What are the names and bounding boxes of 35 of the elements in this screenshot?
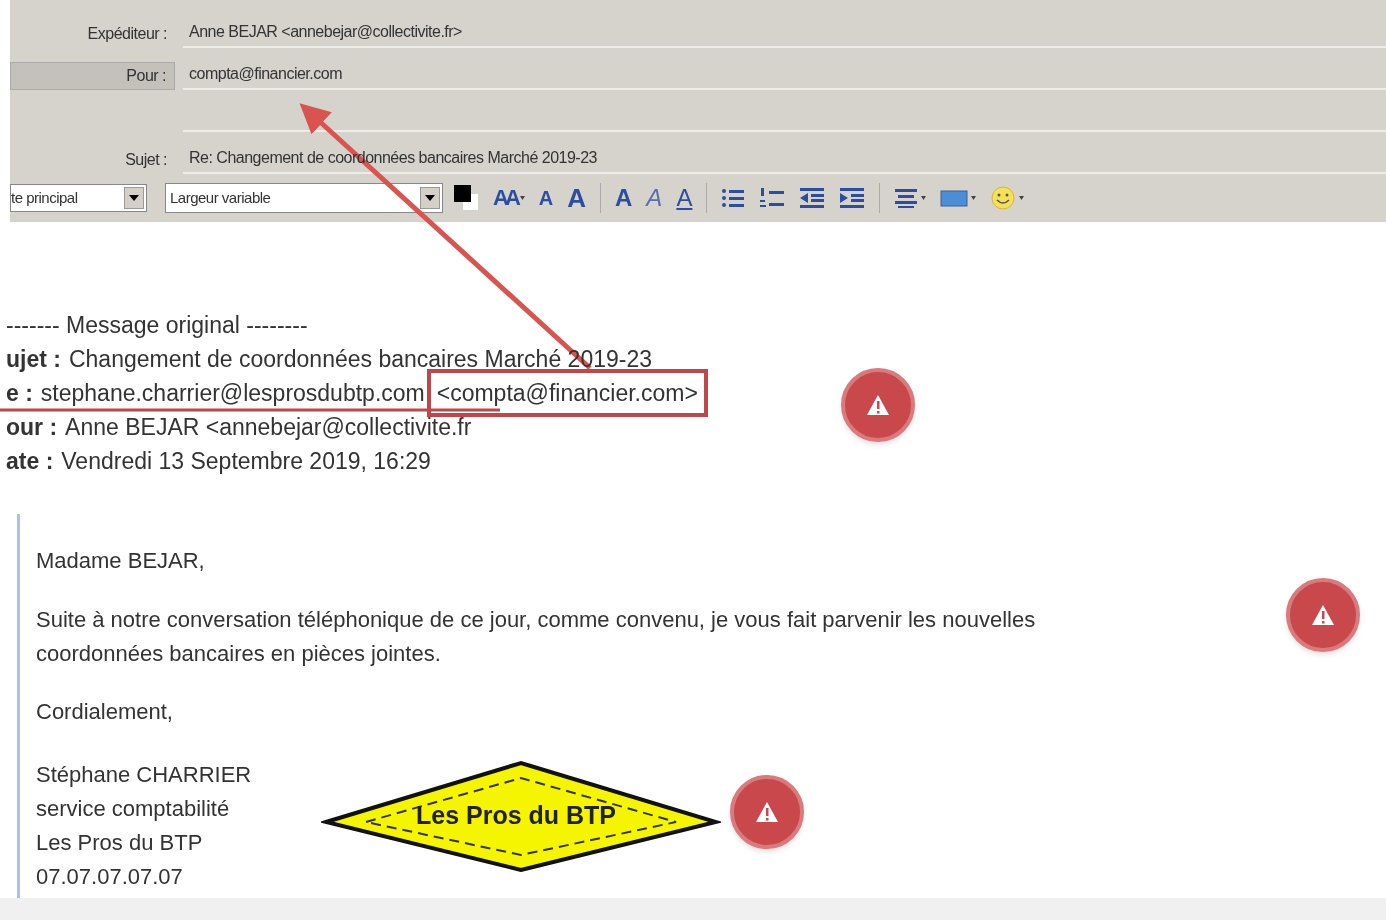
input-field[interactable]: Anne BEJAR <annebejar@collectivite.fr>: [183, 18, 1386, 48]
message-heading: ------- Message original --------: [6, 311, 309, 340]
field-label: our :: [6, 413, 58, 442]
signature-line: Les Pros du BTP: [36, 829, 204, 857]
closing-text: Cordialement,: [36, 698, 174, 726]
field-label: ujet :: [6, 345, 61, 374]
warning-icon: [730, 775, 804, 849]
format-button[interactable]: A: [672, 186, 697, 210]
field-label: Expéditeur :: [87, 24, 167, 44]
field-label: e :: [6, 379, 33, 408]
signature-line: Stéphane CHARRIER: [36, 761, 253, 789]
logo-text: Les Pros du BTP: [415, 800, 616, 832]
field-label: ate :: [6, 447, 54, 476]
greeting-text: Madame BEJAR,: [36, 547, 206, 575]
format-button[interactable]: AA: [489, 187, 529, 209]
dropdown-value: te principal: [11, 187, 79, 208]
signature-line: service comptabilité: [36, 795, 231, 823]
field-label: Sujet :: [125, 150, 167, 170]
field-value: Vendredi 13 Septembre 2019, 16:29: [61, 449, 431, 473]
input-field[interactable]: compta@financier.com: [183, 60, 1386, 90]
format-button[interactable]: A: [563, 185, 590, 211]
body-paragraph: Suite à notre conversation téléphonique de ce jour, comme convenu, je vous fait parvenir les nouvelles coordonnées bancaires en pièces jointes.: [36, 606, 1037, 668]
format-button[interactable]: A: [611, 186, 637, 210]
signature-line: 07.07.07.07.07: [36, 863, 184, 891]
field-label: Pour :: [126, 66, 166, 86]
warning-icon: [1286, 578, 1360, 652]
dropdown-value: Largeur variable: [170, 187, 272, 208]
format-button[interactable]: A: [642, 186, 667, 210]
style-dropdown[interactable]: te principal: [10, 184, 147, 212]
format-button[interactable]: A: [534, 188, 558, 208]
field-value: stephane.charrier@lesprosdubtp.com: [40, 381, 425, 405]
font-dropdown[interactable]: Largeur variable: [165, 183, 443, 213]
highlighted-address: <compta@financier.com>: [426, 369, 708, 417]
field-value: Anne BEJAR <annebejar@collectivite.fr: [65, 415, 472, 439]
warning-icon: [841, 368, 915, 442]
